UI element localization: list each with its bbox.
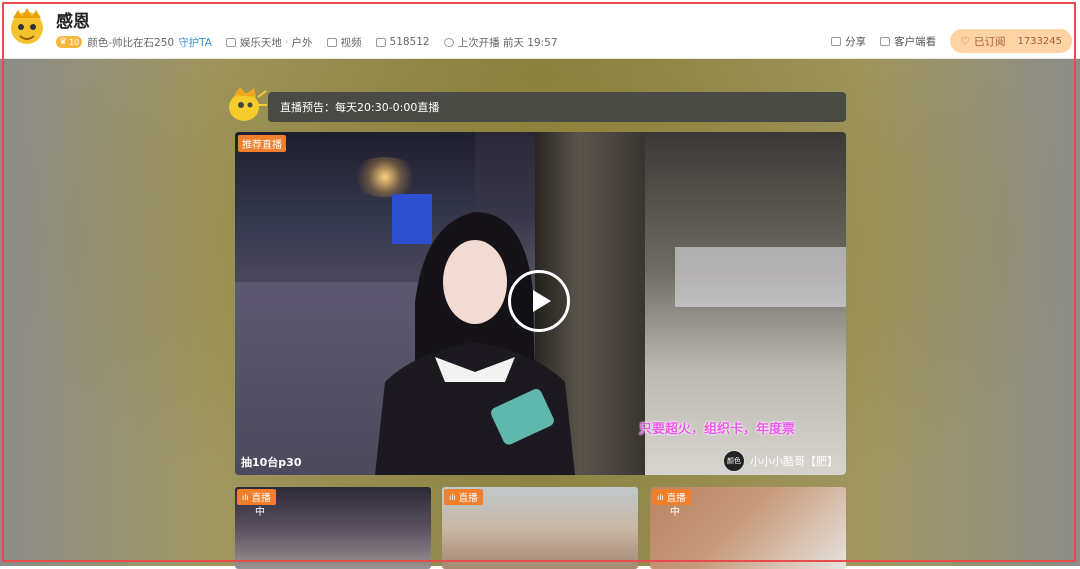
live-notice: 直播预告：每天20:30-0:00直播 (268, 92, 846, 122)
thumb-char: 中 (255, 507, 265, 518)
video-caption: 抽10台p30 (241, 456, 302, 469)
room-meta: ♛ 10 颜色-帅比在石250 守护TA 娱乐天地 › 户外 视频 518512 … (56, 34, 572, 50)
last-live-text: 上次开播 前天 19:57 (457, 36, 558, 49)
share-button[interactable]: 分享 (831, 34, 866, 49)
subcategory-link[interactable]: 户外 (292, 35, 313, 50)
mascot-icon (229, 87, 267, 121)
client-watch-button[interactable]: 客户端看 (880, 34, 936, 49)
room-title: 感恩 (56, 12, 90, 32)
author-name[interactable]: 颜色-帅比在石250 (87, 35, 174, 50)
share-icon (831, 36, 842, 46)
video-player[interactable]: 推荐直播 只要超火，组织卡，年度票 抽10台p30 颜色 小小小酷哥【肥】 (235, 132, 846, 475)
live-tag-label: 直播 (458, 493, 478, 504)
level-value: 10 (69, 37, 80, 47)
live-tag-label: 直播 (666, 493, 686, 504)
scene-glass (675, 247, 846, 307)
live-bars-icon: ılı (657, 492, 664, 502)
category-icon (225, 37, 236, 47)
category-link[interactable]: 娱乐天地 (240, 35, 282, 50)
room-id-value: 518512 (389, 36, 430, 48)
heart-icon: ♡ (960, 34, 970, 48)
clock-icon (443, 37, 454, 47)
recommended-live-card[interactable]: ılı 直播 (442, 487, 638, 569)
streamer-watermark: 颜色 小小小酷哥【肥】 (723, 450, 838, 472)
video-label: 视频 (340, 36, 362, 49)
live-tag: ılı 直播 (444, 489, 483, 505)
share-label: 分享 (845, 35, 867, 48)
level-badge: ♛ 10 (56, 36, 83, 48)
last-live: 上次开播 前天 19:57 (443, 35, 558, 50)
breadcrumb-separator-icon: › (284, 37, 289, 47)
play-icon (532, 290, 551, 312)
room-header: 感恩 ♛ 10 颜色-帅比在石250 守护TA 娱乐天地 › 户外 视频 5185… (0, 0, 1080, 59)
notice-text: 直播预告：每天20:30-0:00直播 (280, 101, 440, 114)
live-tag-label: 直播 (251, 493, 271, 504)
avatar[interactable] (8, 6, 46, 50)
live-bars-icon: ılı (242, 492, 249, 502)
thumb-char: 中 (670, 507, 680, 518)
streamer-name: 小小小酷哥【肥】 (750, 455, 838, 468)
author-info[interactable]: ♛ 10 颜色-帅比在石250 守护TA (56, 35, 212, 50)
play-button[interactable] (508, 270, 570, 332)
room-id: 518512 (375, 36, 430, 48)
client-icon (880, 36, 891, 46)
recommended-live-card[interactable]: ılı 直播 中 (650, 487, 846, 569)
stage: 直播预告：每天20:30-0:00直播 推荐直播 只要超火，组织卡，年度票 抽1… (0, 59, 1080, 569)
subscribe-label: 已订阅 (973, 35, 1006, 48)
recommended-live-card[interactable]: ılı 直播 中 (235, 487, 431, 569)
header-actions: 分享 客户端看 ♡ 已订阅 1733245 (831, 29, 1072, 53)
video-subtitle: 只要超火，组织卡，年度票 (639, 422, 796, 437)
category-breadcrumb: 娱乐天地 › 户外 (225, 35, 313, 50)
crown-icon: ♛ (59, 37, 68, 47)
streamer-logo-icon: 颜色 (723, 450, 745, 472)
video-icon (326, 37, 337, 47)
guard-link[interactable]: 守护TA (178, 35, 212, 50)
recommend-tag: 推荐直播 (238, 135, 286, 152)
room-icon (375, 37, 386, 47)
video-link[interactable]: 视频 (326, 35, 362, 50)
subscribe-button[interactable]: ♡ 已订阅 1733245 (950, 29, 1072, 53)
subscribe-count: 1733245 (1017, 35, 1062, 47)
client-label: 客户端看 (894, 35, 937, 48)
live-bars-icon: ılı (449, 492, 456, 502)
